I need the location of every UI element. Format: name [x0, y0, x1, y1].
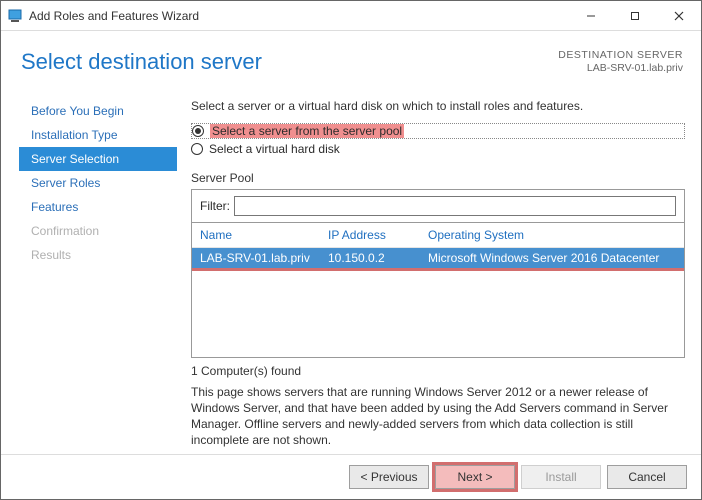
radio-virtual-hard-disk[interactable]: Select a virtual hard disk — [191, 142, 685, 156]
radio-icon — [191, 143, 203, 155]
install-button: Install — [521, 465, 601, 489]
cancel-button[interactable]: Cancel — [607, 465, 687, 489]
intro-text: Select a server or a virtual hard disk o… — [191, 99, 685, 113]
sidebar-item-server-roles[interactable]: Server Roles — [19, 171, 177, 195]
sidebar-item-features[interactable]: Features — [19, 195, 177, 219]
sidebar-item-server-selection[interactable]: Server Selection — [19, 147, 177, 171]
sidebar-item-installation-type[interactable]: Installation Type — [19, 123, 177, 147]
previous-button[interactable]: < Previous — [349, 465, 429, 489]
server-grid: Name IP Address Operating System LAB-SRV… — [191, 222, 685, 358]
main-content: Select a server or a virtual hard disk o… — [191, 99, 685, 454]
cell-name: LAB-SRV-01.lab.priv — [200, 251, 328, 265]
grid-body: LAB-SRV-01.lab.priv 10.150.0.2 Microsoft… — [192, 248, 684, 357]
body: Before You Begin Installation Type Serve… — [1, 85, 701, 454]
wizard-window: Add Roles and Features Wizard Select des… — [0, 0, 702, 500]
next-button[interactable]: Next > — [435, 465, 515, 489]
col-header-os[interactable]: Operating System — [428, 228, 676, 242]
window-title: Add Roles and Features Wizard — [29, 9, 569, 23]
sidebar-item-before-you-begin[interactable]: Before You Begin — [19, 99, 177, 123]
note-text: This page shows servers that are running… — [191, 384, 685, 448]
cell-ip: 10.150.0.2 — [328, 251, 428, 265]
minimize-button[interactable] — [569, 1, 613, 31]
page-title: Select destination server — [21, 49, 262, 75]
app-icon — [7, 8, 23, 24]
filter-input[interactable] — [234, 196, 676, 216]
close-button[interactable] — [657, 1, 701, 31]
footer: < Previous Next > Install Cancel — [1, 454, 701, 499]
radio-server-pool-label: Select a server from the server pool — [210, 124, 404, 138]
col-header-ip[interactable]: IP Address — [328, 228, 428, 242]
cell-os: Microsoft Windows Server 2016 Datacenter — [428, 251, 676, 265]
col-header-name[interactable]: Name — [200, 228, 328, 242]
filter-bar: Filter: — [191, 189, 685, 223]
radio-server-pool[interactable]: Select a server from the server pool — [191, 123, 685, 139]
filter-label: Filter: — [200, 199, 230, 213]
destination-value: LAB-SRV-01.lab.priv — [558, 62, 683, 75]
radio-vhd-label: Select a virtual hard disk — [209, 142, 340, 156]
sidebar: Before You Begin Installation Type Serve… — [19, 99, 177, 454]
destination-label: DESTINATION SERVER — [558, 49, 683, 62]
computers-found: 1 Computer(s) found — [191, 364, 685, 378]
grid-header: Name IP Address Operating System — [192, 223, 684, 248]
titlebar: Add Roles and Features Wizard — [1, 1, 701, 31]
sidebar-item-results: Results — [19, 243, 177, 267]
sidebar-item-confirmation: Confirmation — [19, 219, 177, 243]
table-row[interactable]: LAB-SRV-01.lab.priv 10.150.0.2 Microsoft… — [192, 248, 684, 268]
server-pool-label: Server Pool — [191, 171, 685, 185]
maximize-button[interactable] — [613, 1, 657, 31]
page-header: Select destination server DESTINATION SE… — [1, 31, 701, 85]
radio-icon — [192, 125, 204, 137]
destination-block: DESTINATION SERVER LAB-SRV-01.lab.priv — [558, 49, 683, 75]
